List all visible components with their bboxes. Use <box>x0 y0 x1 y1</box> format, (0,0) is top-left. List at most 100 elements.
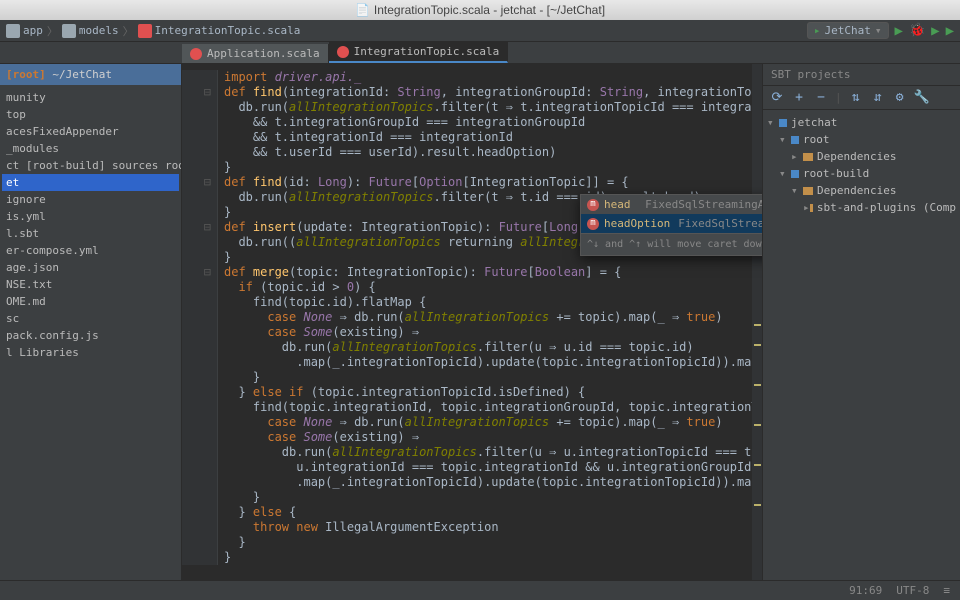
project-tree-item[interactable]: l.sbt <box>2 225 179 242</box>
add-button[interactable]: + <box>791 90 807 106</box>
gutter[interactable] <box>182 295 218 310</box>
code-line[interactable]: u.integrationId === topic.integrationId … <box>218 460 762 475</box>
project-tree-item[interactable]: OME.md <box>2 293 179 310</box>
gutter[interactable] <box>182 430 218 445</box>
run-coverage-button[interactable]: ▶ <box>931 23 939 39</box>
gutter[interactable] <box>182 130 218 145</box>
code-line[interactable]: && t.integrationGroupId === integrationG… <box>218 115 762 130</box>
run-config-selector[interactable]: ▸ JetChat ▾ <box>807 22 889 39</box>
sbt-tree-item[interactable]: ▾root <box>765 131 958 148</box>
gutter[interactable] <box>182 385 218 400</box>
project-tree-item[interactable]: top <box>2 106 179 123</box>
gutter[interactable] <box>182 550 218 565</box>
gutter[interactable]: ⊟ <box>182 220 218 235</box>
sbt-tree-item[interactable]: ▾root-build <box>765 165 958 182</box>
remove-button[interactable]: − <box>813 90 829 106</box>
gutter[interactable] <box>182 235 218 250</box>
code-line[interactable]: } else { <box>218 505 762 520</box>
code-line[interactable]: } <box>218 535 762 550</box>
code-line[interactable]: case Some(existing) ⇒ <box>218 325 762 340</box>
code-line[interactable]: db.run(allIntegrationTopics.filter(t ⇒ t… <box>218 100 762 115</box>
collapse-button[interactable]: ⇵ <box>870 90 886 106</box>
fold-marker[interactable]: ⊟ <box>204 85 211 99</box>
fold-marker[interactable]: ⊟ <box>204 265 211 279</box>
sbt-tree-item[interactable]: ▾jetchat <box>765 114 958 131</box>
gutter[interactable] <box>182 400 218 415</box>
debug-button[interactable]: 🐞 <box>909 23 925 38</box>
project-tree-item[interactable]: munity <box>2 89 179 106</box>
project-tree[interactable]: munitytopacesFixedAppender_modulesct [ro… <box>0 85 181 365</box>
tree-twistie[interactable]: ▸ <box>791 150 803 163</box>
autocomplete-item[interactable]: mheadFixedSqlStreamingAction.this.Result… <box>581 195 762 214</box>
wrench-button[interactable]: 🔧 <box>914 90 930 106</box>
code-line[interactable]: if (topic.id > 0) { <box>218 280 762 295</box>
code-line[interactable]: && t.userId === userId).result.headOptio… <box>218 145 762 160</box>
project-tree-item[interactable]: is.yml <box>2 208 179 225</box>
gutter[interactable] <box>182 115 218 130</box>
gutter[interactable] <box>182 100 218 115</box>
gutter[interactable] <box>182 370 218 385</box>
autocomplete-item[interactable]: mheadOptionFixedSqlStreamingAction.this.… <box>581 214 762 233</box>
gutter[interactable] <box>182 190 218 205</box>
project-tree-item[interactable]: acesFixedAppender <box>2 123 179 140</box>
sbt-tree-item[interactable]: ▸sbt-and-plugins (Comp <box>765 199 958 216</box>
gutter[interactable] <box>182 535 218 550</box>
tree-twistie[interactable]: ▸ <box>803 201 810 214</box>
gutter[interactable]: ⊟ <box>182 265 218 280</box>
project-root[interactable]: [root] ~/JetChat <box>0 64 181 85</box>
code-line[interactable]: db.run(allIntegrationTopics.filter(u ⇒ u… <box>218 445 762 460</box>
code-line[interactable]: && t.integrationId === integrationId <box>218 130 762 145</box>
sbt-tree-item[interactable]: ▾Dependencies <box>765 182 958 199</box>
editor-tab[interactable]: IntegrationTopic.scala <box>329 42 509 63</box>
gutter[interactable] <box>182 250 218 265</box>
gutter[interactable] <box>182 310 218 325</box>
code-line[interactable]: } <box>218 490 762 505</box>
code-line[interactable]: find(topic.id).flatMap { <box>218 295 762 310</box>
code-editor[interactable]: import driver.api._⊟def find(integration… <box>182 64 762 580</box>
gutter[interactable] <box>182 145 218 160</box>
code-line[interactable]: case None ⇒ db.run(allIntegrationTopics … <box>218 415 762 430</box>
sbt-tool-window[interactable]: SBT projects ⟳ + − | ⇅ ⇵ ⚙ 🔧 ▾jetchat▾ro… <box>762 64 960 580</box>
run-button[interactable]: ▶ <box>895 23 903 39</box>
project-tree-item[interactable]: ct [root-build] sources root <box>2 157 179 174</box>
code-line[interactable]: .map(_.integrationTopicId).update(topic.… <box>218 475 762 490</box>
gutter[interactable] <box>182 505 218 520</box>
project-tree-item[interactable]: age.json <box>2 259 179 276</box>
project-tool-window[interactable]: [root] ~/JetChat munitytopacesFixedAppen… <box>0 64 182 580</box>
gutter[interactable] <box>182 325 218 340</box>
gutter[interactable] <box>182 460 218 475</box>
project-tree-item[interactable]: _modules <box>2 140 179 157</box>
gutter[interactable] <box>182 445 218 460</box>
project-tree-item[interactable]: l Libraries <box>2 344 179 361</box>
code-line[interactable]: db.run(allIntegrationTopics.filter(u ⇒ u… <box>218 340 762 355</box>
gutter[interactable] <box>182 70 218 85</box>
autocomplete-popup[interactable]: mheadFixedSqlStreamingAction.this.Result… <box>580 194 762 256</box>
code-line[interactable]: .map(_.integrationTopicId).update(topic.… <box>218 355 762 370</box>
tree-twistie[interactable]: ▾ <box>779 133 791 146</box>
tree-twistie[interactable]: ▾ <box>767 116 779 129</box>
tree-twistie[interactable]: ▾ <box>791 184 803 197</box>
encoding[interactable]: UTF-8 <box>896 584 929 597</box>
gutter[interactable] <box>182 415 218 430</box>
code-line[interactable]: } <box>218 550 762 565</box>
code-line[interactable]: import driver.api._ <box>218 70 762 85</box>
project-tree-item[interactable]: NSE.txt <box>2 276 179 293</box>
gutter[interactable] <box>182 280 218 295</box>
code-line[interactable]: def merge(topic: IntegrationTopic): Futu… <box>218 265 762 280</box>
expand-button[interactable]: ⇅ <box>848 90 864 106</box>
fold-marker[interactable]: ⊟ <box>204 175 211 189</box>
tree-twistie[interactable]: ▾ <box>779 167 791 180</box>
error-stripe[interactable] <box>752 64 762 580</box>
caret-position[interactable]: 91:69 <box>849 584 882 597</box>
gutter[interactable]: ⊟ <box>182 175 218 190</box>
gutter[interactable] <box>182 475 218 490</box>
project-tree-item[interactable]: sc <box>2 310 179 327</box>
project-tree-item[interactable]: ignore <box>2 191 179 208</box>
settings-button[interactable]: ⚙ <box>892 90 908 106</box>
project-tree-item[interactable]: er-compose.yml <box>2 242 179 259</box>
gutter[interactable]: ⊟ <box>182 85 218 100</box>
gutter[interactable] <box>182 340 218 355</box>
gutter[interactable] <box>182 490 218 505</box>
sbt-tree-item[interactable]: ▸Dependencies <box>765 148 958 165</box>
breadcrumb-app[interactable]: app <box>6 24 43 38</box>
